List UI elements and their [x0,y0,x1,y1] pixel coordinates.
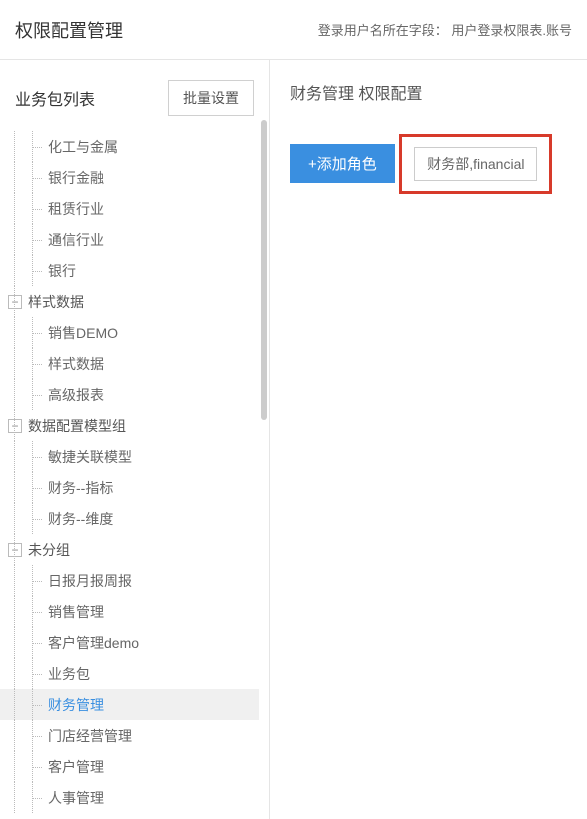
tree-item[interactable]: 财务管理 [0,689,259,720]
page-title: 权限配置管理 [15,17,123,43]
sidebar-title: 业务包列表 [15,86,168,110]
tree-item-label: 客户管理 [48,757,104,777]
tree-item-label: 租赁行业 [48,199,104,219]
tree-item-label: 通信行业 [48,230,104,250]
tree-item[interactable]: 租赁行业 [0,193,259,224]
login-value: 用户登录权限表.账号 [451,23,572,38]
tree-item-label: 财务管理 [48,695,104,715]
tree-item-label: 日报月报周报 [48,571,132,591]
sidebar: 业务包列表 批量设置 化工与金属银行金融租赁行业通信行业银行−样式数据销售DEM… [0,60,270,819]
tree-item-label: 银行金融 [48,168,104,188]
tree-item-label: 财务--维度 [48,509,113,529]
tree-group-label: 样式数据 [28,292,84,312]
business-package-tree: 化工与金属银行金融租赁行业通信行业银行−样式数据销售DEMO样式数据高级报表−数… [0,131,269,813]
main-title-prefix: 财务管理 [290,86,354,103]
tree-item-label: 敏捷关联模型 [48,447,132,467]
tree-item[interactable]: 日报月报周报 [0,565,259,596]
tree-item-label: 化工与金属 [48,137,118,157]
tree-item-label: 门店经营管理 [48,726,132,746]
header: 权限配置管理 登录用户名所在字段： 用户登录权限表.账号 [0,0,587,60]
tree-group[interactable]: −未分组 [0,534,259,565]
main-title-suffix: 权限配置 [358,86,422,103]
tree-item[interactable]: 高级报表 [0,379,259,410]
tree-item[interactable]: 人事管理 [0,782,259,813]
tree-item[interactable]: 客户管理 [0,751,259,782]
tree-item[interactable]: 门店经营管理 [0,720,259,751]
tree-item[interactable]: 样式数据 [0,348,259,379]
scrollbar-thumb[interactable] [261,120,267,420]
tree-item[interactable]: 敏捷关联模型 [0,441,259,472]
role-chip-highlight: 财务部,financial [399,134,552,194]
tree-group[interactable]: −样式数据 [0,286,259,317]
tree-item-label: 业务包 [48,664,90,684]
role-chip[interactable]: 财务部,financial [414,147,537,181]
collapse-icon[interactable]: − [8,295,22,309]
tree-group[interactable]: −数据配置模型组 [0,410,259,441]
tree-item[interactable]: 通信行业 [0,224,259,255]
tree-item[interactable]: 客户管理demo [0,627,259,658]
tree-item[interactable]: 财务--维度 [0,503,259,534]
tree-item[interactable]: 销售DEMO [0,317,259,348]
main-title: 财务管理 权限配置 [290,80,567,104]
batch-settings-button[interactable]: 批量设置 [168,80,254,116]
tree-item-label: 样式数据 [48,354,104,374]
tree-item-label: 财务--指标 [48,478,113,498]
tree-item[interactable]: 化工与金属 [0,131,259,162]
tree-item[interactable]: 银行金融 [0,162,259,193]
add-role-button[interactable]: +添加角色 [290,144,395,183]
tree-item-label: 高级报表 [48,385,104,405]
tree-group-label: 数据配置模型组 [28,416,126,436]
login-info: 登录用户名所在字段： 用户登录权限表.账号 [318,20,572,39]
tree-item[interactable]: 业务包 [0,658,259,689]
tree-item[interactable]: 银行 [0,255,259,286]
collapse-icon[interactable]: − [8,419,22,433]
tree-item-label: 销售DEMO [48,323,118,343]
tree-item-label: 银行 [48,261,76,281]
tree-item-label: 客户管理demo [48,633,139,653]
tree-item-label: 销售管理 [48,602,104,622]
tree-item-label: 人事管理 [48,788,104,808]
main-panel: 财务管理 权限配置 +添加角色 财务部,financial [270,60,587,819]
tree-item[interactable]: 财务--指标 [0,472,259,503]
tree-item[interactable]: 销售管理 [0,596,259,627]
tree-group-label: 未分组 [28,540,70,560]
collapse-icon[interactable]: − [8,543,22,557]
login-label: 登录用户名所在字段： [318,23,448,38]
